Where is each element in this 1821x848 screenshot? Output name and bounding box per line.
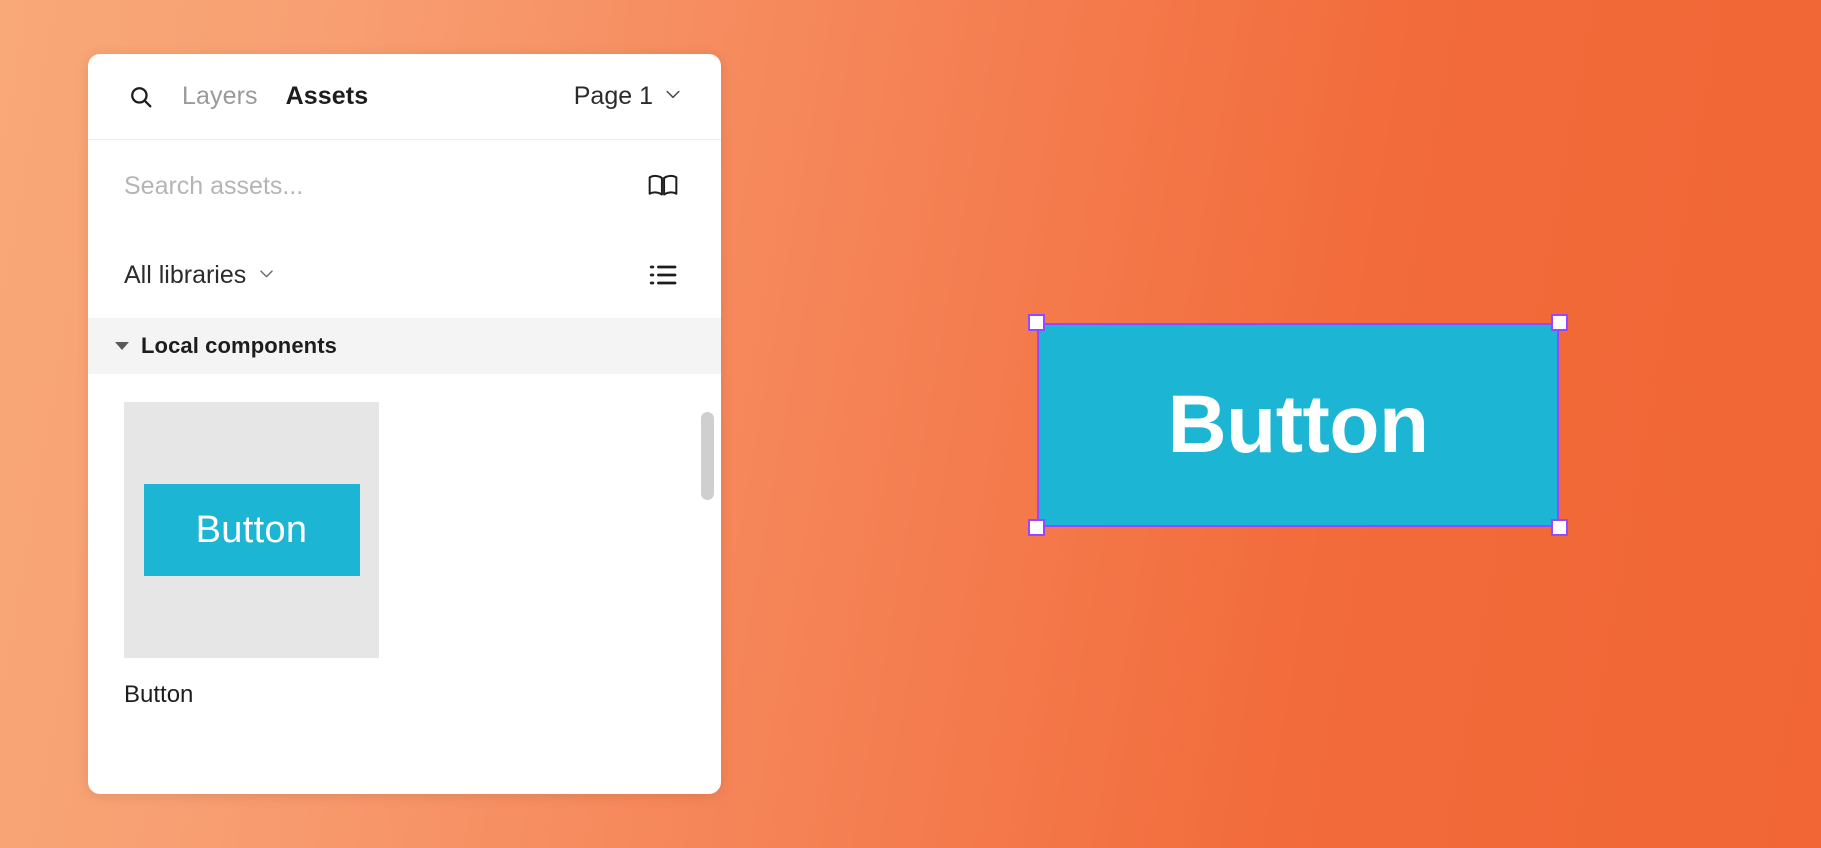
resize-handle-bottom-right[interactable] (1551, 519, 1568, 536)
asset-card-button[interactable]: Button Button (124, 402, 379, 709)
resize-handle-bottom-left[interactable] (1028, 519, 1045, 536)
list-view-icon[interactable] (643, 255, 683, 295)
asset-thumbnail-label: Button (195, 508, 308, 551)
page-selector-label: Page 1 (573, 82, 653, 110)
canvas-component-button[interactable]: Button (1037, 323, 1559, 527)
asset-grid: Button Button (88, 374, 721, 709)
book-open-icon[interactable] (643, 166, 683, 206)
asset-name: Button (124, 681, 194, 708)
asset-thumbnail[interactable]: Button (124, 402, 379, 658)
chevron-down-icon (257, 261, 276, 290)
tab-layers[interactable]: Layers (182, 82, 258, 111)
search-icon[interactable] (124, 80, 158, 114)
section-title: Local components (141, 333, 337, 358)
resize-handle-top-left[interactable] (1028, 314, 1045, 331)
panel-header: Layers Assets Page 1 (88, 54, 721, 140)
canvas-component-label: Button (1167, 379, 1429, 470)
panel-scrollbar[interactable] (701, 412, 714, 500)
asset-thumbnail-preview: Button (143, 484, 360, 576)
search-input[interactable] (124, 171, 643, 201)
assets-panel: Layers Assets Page 1 Search assets... Al… (88, 54, 721, 794)
tab-assets[interactable]: Assets (286, 82, 369, 111)
resize-handle-top-right[interactable] (1551, 314, 1568, 331)
page-selector[interactable]: Page 1 (574, 82, 683, 111)
libraries-row: All libraries (88, 232, 721, 318)
canvas-selection[interactable]: Button (1028, 314, 1568, 536)
section-local-components[interactable]: Local components (88, 318, 721, 374)
design-canvas[interactable]: Layers Assets Page 1 Search assets... Al… (0, 0, 1821, 848)
library-filter-label: All libraries (124, 260, 247, 289)
search-row (88, 140, 721, 232)
triangle-down-icon (115, 342, 129, 350)
library-filter-dropdown[interactable]: All libraries (124, 261, 276, 290)
chevron-down-icon (663, 82, 683, 111)
